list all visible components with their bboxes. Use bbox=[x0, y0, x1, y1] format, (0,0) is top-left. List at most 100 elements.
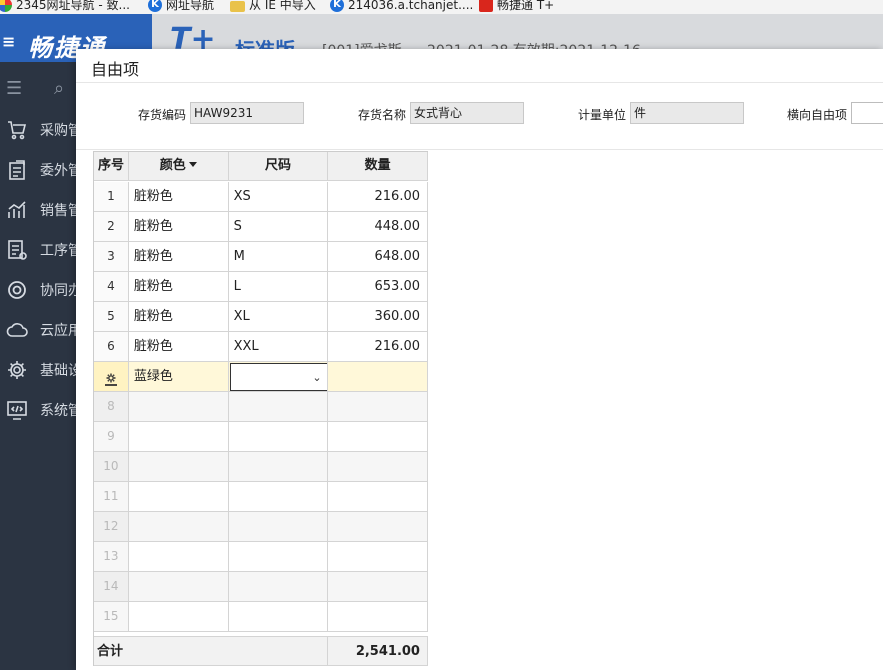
sidebar-item-sales[interactable]: 销售管理 bbox=[0, 192, 76, 228]
color-cell[interactable]: 脏粉色 bbox=[128, 272, 229, 302]
sidebar-item-cloud[interactable]: 云应用 bbox=[0, 312, 76, 348]
size-cell[interactable] bbox=[228, 542, 329, 572]
outsource-icon bbox=[6, 159, 28, 181]
row-no: 5 bbox=[94, 302, 129, 332]
chevron-down-icon[interactable]: ⌄ bbox=[312, 371, 321, 385]
table-row-empty[interactable]: 11 bbox=[94, 482, 428, 512]
bookmark-2345[interactable]: 2345网址导航 - 致... bbox=[0, 0, 130, 12]
table-row-empty[interactable]: 12 bbox=[94, 512, 428, 542]
color-cell[interactable] bbox=[128, 512, 229, 542]
qty-cell[interactable] bbox=[328, 572, 428, 602]
color-cell[interactable]: 脏粉色 bbox=[128, 182, 229, 212]
table-row-empty[interactable]: 8 bbox=[94, 392, 428, 422]
sidebar-item-purchase[interactable]: 采购管理 bbox=[0, 112, 76, 148]
qty-cell[interactable] bbox=[328, 422, 428, 452]
bookmark-tchanjet[interactable]: K 214036.a.tchanjet.... bbox=[330, 0, 473, 12]
row-gear-icon[interactable] bbox=[103, 369, 119, 386]
table-row-empty[interactable]: 15 bbox=[94, 602, 428, 632]
size-cell[interactable] bbox=[228, 452, 329, 482]
bookmark-tplus[interactable]: 畅捷通 T+ bbox=[479, 0, 554, 12]
hamburger-icon[interactable]: ☰ bbox=[6, 78, 22, 99]
table-row-empty[interactable]: 14 bbox=[94, 572, 428, 602]
qty-cell[interactable] bbox=[328, 392, 428, 422]
sidebar: ☰ ⌕ 采购管理 委外管理 销售管理 工序管理 协同办公 云应用 bbox=[0, 62, 76, 670]
sidebar-item-label: 基础设置 bbox=[40, 363, 76, 379]
sidebar-item-label: 工序管理 bbox=[40, 243, 76, 259]
size-cell[interactable]: S bbox=[228, 212, 329, 242]
menu-icon[interactable]: ≡ bbox=[2, 32, 15, 51]
size-cell[interactable]: XL bbox=[228, 302, 329, 332]
size-cell[interactable] bbox=[228, 392, 329, 422]
qty-cell[interactable]: 216.00 bbox=[328, 332, 428, 362]
row-no: 2 bbox=[94, 212, 129, 242]
size-cell[interactable]: XS bbox=[228, 182, 329, 212]
table-row-empty[interactable]: 13 bbox=[94, 542, 428, 572]
caret-down-icon[interactable] bbox=[188, 162, 197, 167]
size-cell[interactable]: L bbox=[228, 272, 329, 302]
row-handle[interactable] bbox=[94, 362, 129, 392]
qty-cell[interactable] bbox=[328, 602, 428, 632]
table-row[interactable]: 3 脏粉色 M 648.00 bbox=[94, 242, 428, 272]
horizontal-free-item-field[interactable] bbox=[851, 102, 883, 124]
size-cell[interactable] bbox=[228, 422, 329, 452]
color-cell[interactable] bbox=[128, 542, 229, 572]
cart-icon bbox=[6, 119, 28, 141]
unit-label: 计量单位 bbox=[578, 108, 627, 122]
qty-cell[interactable]: 448.00 bbox=[328, 212, 428, 242]
sidebar-item-collab[interactable]: 协同办公 bbox=[0, 272, 76, 308]
pdf-icon bbox=[479, 0, 493, 12]
table-row-empty[interactable]: 9 bbox=[94, 422, 428, 452]
code-label: 存货编码 bbox=[138, 108, 187, 122]
qty-cell[interactable]: 216.00 bbox=[328, 182, 428, 212]
sidebar-item-system[interactable]: 系统管理 bbox=[0, 392, 76, 428]
qty-cell[interactable] bbox=[328, 542, 428, 572]
size-cell[interactable] bbox=[228, 512, 329, 542]
sidebar-item-outsource[interactable]: 委外管理 bbox=[0, 152, 76, 188]
header-color[interactable]: 颜色 bbox=[128, 152, 229, 181]
qty-cell[interactable]: 653.00 bbox=[328, 272, 428, 302]
table-row[interactable]: 5 脏粉色 XL 360.00 bbox=[94, 302, 428, 332]
size-select-cell[interactable]: ⌄ bbox=[228, 362, 329, 392]
color-cell[interactable] bbox=[128, 482, 229, 512]
color-cell[interactable] bbox=[128, 602, 229, 632]
color-cell[interactable]: 脏粉色 bbox=[128, 332, 229, 362]
color-cell[interactable] bbox=[128, 392, 229, 422]
title-divider bbox=[76, 82, 883, 83]
row-no: 8 bbox=[94, 392, 129, 422]
size-cell[interactable] bbox=[228, 572, 329, 602]
table-row[interactable]: 4 脏粉色 L 653.00 bbox=[94, 272, 428, 302]
qty-cell[interactable]: 360.00 bbox=[328, 302, 428, 332]
table-row[interactable]: 6 脏粉色 XXL 216.00 bbox=[94, 332, 428, 362]
table-row[interactable]: 1 脏粉色 XS 216.00 bbox=[94, 182, 428, 212]
size-cell[interactable] bbox=[228, 602, 329, 632]
color-cell[interactable] bbox=[128, 422, 229, 452]
sidebar-item-basic[interactable]: 基础设置 bbox=[0, 352, 76, 388]
color-cell[interactable]: 蓝绿色 bbox=[128, 362, 229, 392]
code-field: HAW9231 bbox=[190, 102, 304, 124]
size-cell[interactable]: XXL bbox=[228, 332, 329, 362]
color-cell[interactable]: 脏粉色 bbox=[128, 212, 229, 242]
sidebar-item-label: 协同办公 bbox=[40, 283, 76, 299]
size-dropdown[interactable]: ⌄ bbox=[229, 363, 328, 391]
qty-cell[interactable] bbox=[328, 452, 428, 482]
search-icon[interactable]: ⌕ bbox=[54, 78, 64, 99]
bookmark-ie-import[interactable]: 从 IE 中导入 bbox=[230, 0, 316, 12]
qty-cell[interactable]: 648.00 bbox=[328, 242, 428, 272]
color-cell[interactable]: 脏粉色 bbox=[128, 302, 229, 332]
bookmark-nav[interactable]: K 网址导航 bbox=[148, 0, 214, 12]
color-cell[interactable] bbox=[128, 572, 229, 602]
color-cell[interactable] bbox=[128, 452, 229, 482]
sidebar-item-process[interactable]: 工序管理 bbox=[0, 232, 76, 268]
table-row[interactable]: 2 脏粉色 S 448.00 bbox=[94, 212, 428, 242]
table-row-empty[interactable]: 10 bbox=[94, 452, 428, 482]
qty-cell[interactable] bbox=[328, 482, 428, 512]
size-cell[interactable] bbox=[228, 482, 329, 512]
row-no: 4 bbox=[94, 272, 129, 302]
horizontal-free-item-label: 横向自由项 bbox=[787, 108, 848, 122]
table-row-editing[interactable]: 蓝绿色 ⌄ bbox=[94, 362, 428, 392]
qty-cell[interactable] bbox=[328, 512, 428, 542]
size-cell[interactable]: M bbox=[228, 242, 329, 272]
qty-cell[interactable] bbox=[328, 362, 428, 392]
color-cell[interactable]: 脏粉色 bbox=[128, 242, 229, 272]
sales-chart-icon bbox=[6, 199, 28, 221]
